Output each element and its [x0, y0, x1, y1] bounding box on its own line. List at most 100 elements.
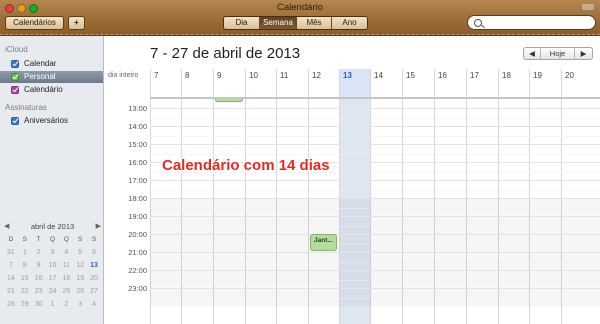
- mini-calendar-day[interactable]: 5: [73, 248, 87, 258]
- day-header[interactable]: 15: [402, 69, 434, 97]
- day-header[interactable]: 12: [308, 69, 339, 97]
- mini-calendar-day[interactable]: 19: [73, 274, 87, 284]
- hour-label: 20:00: [128, 230, 147, 239]
- day-header[interactable]: 16: [434, 69, 466, 97]
- tab-month[interactable]: Mês: [297, 17, 332, 29]
- mini-calendar-day[interactable]: 3: [73, 300, 87, 310]
- mini-calendar-day[interactable]: 1: [18, 248, 32, 258]
- mini-calendar-day[interactable]: 15: [18, 274, 32, 284]
- tab-year[interactable]: Ano: [332, 17, 367, 29]
- mini-calendar-day[interactable]: 30: [32, 300, 46, 310]
- mini-calendar-day[interactable]: 29: [18, 300, 32, 310]
- hour-label: 21:00: [128, 248, 147, 257]
- checkbox-icon[interactable]: [11, 117, 19, 125]
- sidebar-item-calendario[interactable]: Calendário: [0, 84, 103, 96]
- mini-calendar-day[interactable]: 4: [87, 300, 101, 310]
- week-view: 7 - 27 de abril de 2013 ◀ Hoje ▶ dia int…: [105, 36, 600, 324]
- calendar-event[interactable]: [215, 99, 243, 102]
- mini-calendar-day[interactable]: 7: [4, 261, 18, 271]
- hour-label: 23:00: [128, 284, 147, 293]
- mini-calendar-day[interactable]: 1: [46, 300, 60, 310]
- calendars-button[interactable]: Calendários: [5, 16, 64, 30]
- sidebar-item-label: Aniversários: [24, 116, 69, 125]
- mini-calendar-day[interactable]: 31: [4, 248, 18, 258]
- mini-calendar-day[interactable]: 9: [32, 261, 46, 271]
- search-input[interactable]: [484, 17, 590, 28]
- checkbox-icon[interactable]: [11, 73, 19, 81]
- hour-row[interactable]: [150, 126, 600, 144]
- previous-period-button[interactable]: ◀: [524, 48, 541, 59]
- hour-row[interactable]: [150, 216, 600, 234]
- weekday-header: S: [78, 236, 83, 243]
- day-header[interactable]: 10: [245, 69, 276, 97]
- mini-calendar-grid: D S T Q Q S S 31 1 2 3 4 5 6 7 8 9 10 11 12 13 14 15 16 17 18 19 20…: [4, 235, 101, 310]
- mini-calendar-day[interactable]: 21: [4, 287, 18, 297]
- mini-calendar-day[interactable]: 6: [87, 248, 101, 258]
- today-button[interactable]: Hoje: [541, 48, 575, 59]
- hour-row[interactable]: [150, 108, 600, 126]
- mini-calendar-day[interactable]: 17: [46, 274, 60, 284]
- mini-calendar-day[interactable]: 8: [18, 261, 32, 271]
- calendar-event[interactable]: Jant...: [310, 234, 337, 251]
- mini-calendar-day[interactable]: 16: [32, 274, 46, 284]
- tab-week[interactable]: Semana: [260, 17, 297, 29]
- sidebar-item-aniversarios[interactable]: Aniversários: [0, 115, 103, 127]
- mini-calendar-day[interactable]: 20: [87, 274, 101, 284]
- sidebar-item-label: Calendar: [24, 59, 57, 68]
- sidebar-item-personal[interactable]: Personal: [0, 71, 103, 83]
- search-field[interactable]: [467, 15, 596, 30]
- day-header[interactable]: 8: [181, 69, 213, 97]
- mini-calendar-next-button[interactable]: ▶: [96, 222, 101, 230]
- mini-calendar-day[interactable]: 4: [59, 248, 73, 258]
- day-header[interactable]: 20: [561, 69, 600, 97]
- mini-calendar-day[interactable]: 23: [32, 287, 46, 297]
- mini-calendar-day[interactable]: 26: [73, 287, 87, 297]
- mini-calendar-day[interactable]: 3: [46, 248, 60, 258]
- sidebar-item-label: Personal: [24, 72, 56, 81]
- day-header[interactable]: 18: [498, 69, 529, 97]
- mini-calendar-day[interactable]: 2: [59, 300, 73, 310]
- toolbar: Calendário Calendários + Dia Semana Mês …: [0, 0, 600, 36]
- annotation-banner: Calendário com 14 dias: [162, 157, 330, 174]
- sidebar-item-calendar[interactable]: Calendar: [0, 58, 103, 70]
- day-header[interactable]: 17: [466, 69, 498, 97]
- mini-calendar-day[interactable]: 24: [46, 287, 60, 297]
- next-period-button[interactable]: ▶: [575, 48, 592, 59]
- day-header[interactable]: 19: [529, 69, 561, 97]
- day-header[interactable]: 11: [276, 69, 308, 97]
- add-event-button[interactable]: +: [68, 16, 85, 30]
- day-header[interactable]: 14: [370, 69, 402, 97]
- checkbox-icon[interactable]: [11, 60, 19, 68]
- mini-calendar-day[interactable]: 28: [4, 300, 18, 310]
- weekday-header: D: [8, 236, 14, 243]
- hour-row[interactable]: [150, 252, 600, 270]
- mini-calendar-day[interactable]: 22: [18, 287, 32, 297]
- hour-row[interactable]: [150, 270, 600, 288]
- toolbar-stitching: [0, 34, 600, 35]
- mini-calendar-day[interactable]: 13: [87, 261, 101, 271]
- mini-calendar-day[interactable]: 10: [46, 261, 60, 271]
- mini-calendar-day[interactable]: 27: [87, 287, 101, 297]
- mini-calendar: ◀ abril de 2013 ▶ D S T Q Q S S 31 1 2 3 4 5 6 7 8 9 10 11…: [4, 222, 101, 310]
- fullscreen-button[interactable]: [581, 3, 595, 11]
- hour-row[interactable]: [150, 198, 600, 216]
- day-header[interactable]: 7: [150, 69, 181, 97]
- mini-calendar-day[interactable]: 12: [73, 261, 87, 271]
- mini-calendar-day[interactable]: 25: [59, 287, 73, 297]
- mini-calendar-prev-button[interactable]: ◀: [4, 222, 9, 230]
- mini-calendar-day[interactable]: 2: [32, 248, 46, 258]
- weekday-header: S: [91, 236, 97, 243]
- hour-row[interactable]: [150, 288, 600, 306]
- checkbox-icon[interactable]: [11, 86, 19, 94]
- mini-calendar-day[interactable]: 18: [59, 274, 73, 284]
- hour-row[interactable]: [150, 234, 600, 252]
- day-header[interactable]: 13: [339, 69, 370, 97]
- mini-calendar-day[interactable]: 11: [59, 261, 73, 271]
- subscriptions-header: Assinaturas: [5, 103, 47, 112]
- tab-day[interactable]: Dia: [224, 17, 260, 29]
- icloud-header: iCloud: [5, 45, 28, 54]
- mini-calendar-day[interactable]: 14: [4, 274, 18, 284]
- window-title: Calendário: [277, 2, 323, 13]
- day-header[interactable]: 9: [213, 69, 245, 97]
- hour-row[interactable]: [150, 180, 600, 198]
